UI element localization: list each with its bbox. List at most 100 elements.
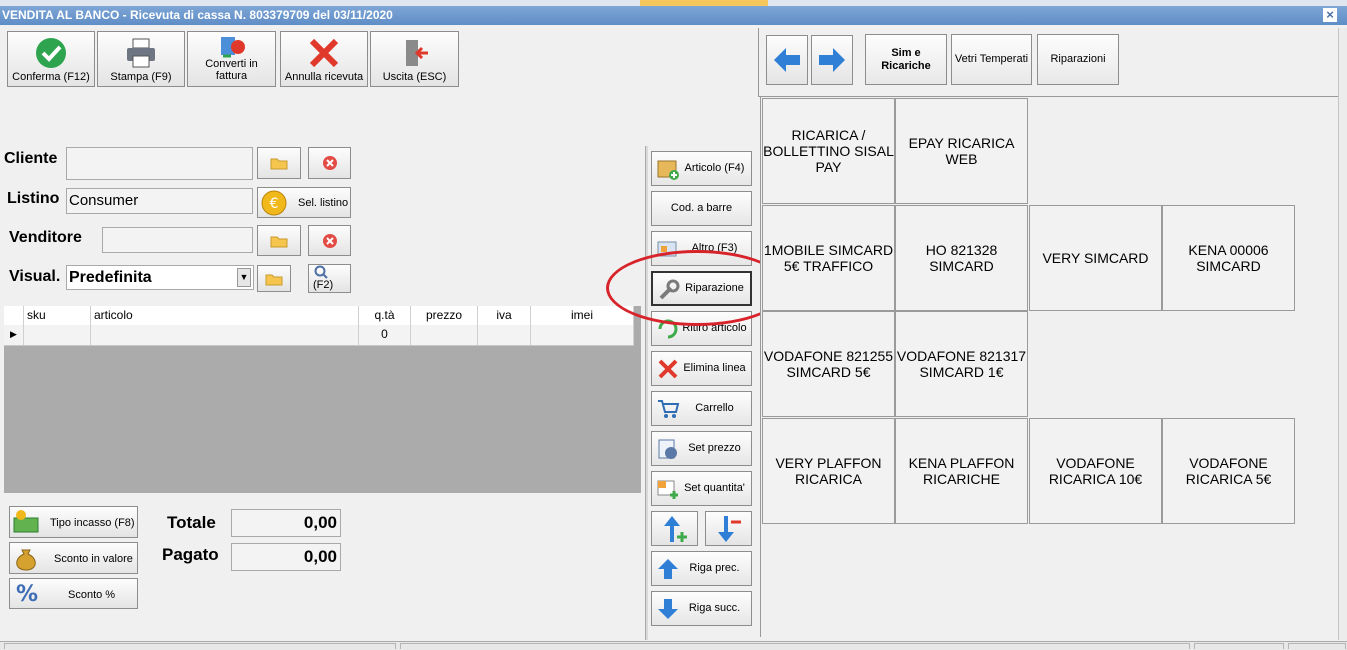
col-sku[interactable]: sku xyxy=(24,306,91,325)
elimina-linea-button[interactable]: Elimina linea xyxy=(651,351,752,386)
product-tile[interactable]: RICARICA / BOLLETTINO SISAL PAY xyxy=(762,98,895,204)
convert-label-line2: fattura xyxy=(215,70,248,82)
euro-coin-icon: € xyxy=(261,190,287,216)
product-tile-label: VODAFONE RICARICA 10€ xyxy=(1049,455,1142,487)
venditore-browse-button[interactable] xyxy=(257,225,301,256)
visual-browse-button[interactable] xyxy=(257,265,291,292)
cell-prezzo[interactable] xyxy=(411,325,478,345)
exit-door-icon xyxy=(405,40,428,66)
add-row-button[interactable] xyxy=(651,511,698,546)
product-tile-label: RICARICA / BOLLETTINO SISAL PAY xyxy=(763,127,894,175)
product-tile-line: SIMCARD xyxy=(1196,258,1261,274)
price-icon xyxy=(658,439,677,459)
svg-text:%: % xyxy=(16,582,38,606)
riga-prec-button[interactable]: Riga prec. xyxy=(651,551,752,586)
table-row[interactable]: ▶ 0 xyxy=(4,325,634,346)
product-tile-line: KENA PLAFFON xyxy=(908,455,1015,471)
category-riparazioni-label: Riparazioni xyxy=(1050,53,1106,65)
cell-iva[interactable] xyxy=(478,325,531,345)
product-tile[interactable]: 1MOBILE SIMCARD 5€ TRAFFICO xyxy=(762,205,895,311)
convert-invoice-button[interactable]: Converti in fattura xyxy=(187,31,276,87)
confirm-button[interactable]: Conferma (F12) xyxy=(7,31,95,87)
product-tile-label: EPAY RICARICA WEB xyxy=(909,135,1015,167)
cliente-field[interactable] xyxy=(66,147,253,180)
riga-succ-button[interactable]: Riga succ. xyxy=(651,591,752,626)
product-tile-line: VODAFONE 821255 xyxy=(763,348,894,364)
grid-header: sku articolo q.tà prezzo iva imei xyxy=(4,306,634,326)
product-tile[interactable]: VERY SIMCARD xyxy=(1029,205,1162,311)
carrello-button[interactable]: Carrello xyxy=(651,391,752,426)
category-riparazioni[interactable]: Riparazioni xyxy=(1037,34,1119,85)
barcode-button[interactable]: Cod. a barre xyxy=(651,191,752,226)
remove-row-button[interactable] xyxy=(705,511,752,546)
venditore-clear-button[interactable] xyxy=(308,225,351,256)
chevron-down-icon[interactable]: ▼ xyxy=(237,268,251,287)
sel-listino-label: Sel. listino xyxy=(298,197,349,209)
sconto-valore-button[interactable]: Sconto in valore xyxy=(9,542,138,574)
prev-page-button[interactable] xyxy=(766,35,808,85)
set-quantita-button[interactable]: Set quantita' xyxy=(651,471,752,506)
product-tile[interactable]: VERY PLAFFON RICARICA xyxy=(762,418,895,524)
cliente-label: Cliente xyxy=(4,150,58,167)
vertical-scrollbar[interactable] xyxy=(1338,28,1347,640)
tipo-incasso-button[interactable]: Tipo incasso (F8) xyxy=(9,506,138,538)
row-indicator-icon: ▶ xyxy=(4,325,24,345)
print-label: Stampa (F9) xyxy=(110,71,172,83)
window-close-button[interactable]: × xyxy=(1323,8,1337,22)
category-vetri-temperati[interactable]: Vetri Temperati xyxy=(951,34,1032,85)
exit-button[interactable]: Uscita (ESC) xyxy=(370,31,459,87)
product-tile-line: 1MOBILE SIMCARD xyxy=(763,242,894,258)
col-imei[interactable]: imei xyxy=(531,306,634,325)
folder-icon xyxy=(270,236,288,248)
visual-select-value: Predefinita xyxy=(69,269,152,286)
articolo-button[interactable]: Articolo (F4) xyxy=(651,151,752,186)
set-quantita-label: Set quantita' xyxy=(684,482,745,494)
riga-succ-label: Riga succ. xyxy=(688,602,741,614)
cell-imei[interactable] xyxy=(531,325,634,345)
product-tile-label: VODAFONE 821317 SIMCARD 1€ xyxy=(897,348,1026,380)
product-tile[interactable]: KENA 00006 SIMCARD xyxy=(1162,205,1295,311)
riga-prec-label: Riga prec. xyxy=(689,562,740,574)
clear-icon xyxy=(322,156,337,170)
visual-select[interactable]: Predefinita ▼ xyxy=(66,265,254,290)
product-tile[interactable]: VODAFONE 821317 SIMCARD 1€ xyxy=(895,311,1028,417)
cell-qta[interactable]: 0 xyxy=(359,325,411,345)
status-panel-3 xyxy=(1194,643,1284,649)
sconto-percent-button[interactable]: % Sconto % xyxy=(9,578,138,609)
product-tile[interactable]: HO 821328 SIMCARD xyxy=(895,205,1028,311)
visual-search-button[interactable]: (F2) xyxy=(308,264,351,293)
print-button[interactable]: Stampa (F9) xyxy=(97,31,185,87)
listino-field[interactable]: Consumer xyxy=(66,188,253,214)
product-tile-line: 5€ TRAFFICO xyxy=(783,258,874,274)
product-tile[interactable]: VODAFONE 821255 SIMCARD 5€ xyxy=(762,311,895,417)
grid-header-indicator xyxy=(4,306,24,325)
set-prezzo-button[interactable]: Set prezzo xyxy=(651,431,752,466)
col-qta[interactable]: q.tà xyxy=(359,306,411,325)
col-articolo[interactable]: articolo xyxy=(91,306,359,325)
exit-label: Uscita (ESC) xyxy=(382,71,447,83)
f2-label: (F2) xyxy=(313,279,334,291)
items-grid[interactable]: sku articolo q.tà prezzo iva imei ▶ 0 xyxy=(4,306,641,493)
cell-sku[interactable] xyxy=(24,325,91,345)
product-tile-line: RICARICA / xyxy=(791,127,866,143)
cliente-browse-button[interactable] xyxy=(257,147,301,179)
category-sim-ricariche[interactable]: Sim e Ricariche xyxy=(865,34,947,85)
product-tile[interactable]: KENA PLAFFON RICARICHE xyxy=(895,418,1028,524)
sel-listino-button[interactable]: € Sel. listino xyxy=(257,187,351,218)
product-tile[interactable]: EPAY RICARICA WEB xyxy=(895,98,1028,204)
cliente-clear-button[interactable] xyxy=(308,147,351,179)
cell-articolo[interactable] xyxy=(91,325,359,345)
venditore-field[interactable] xyxy=(102,227,253,253)
barcode-label: Cod. a barre xyxy=(670,202,733,214)
col-iva[interactable]: iva xyxy=(478,306,531,325)
product-tile-label: VERY SIMCARD xyxy=(1042,250,1148,266)
product-tile-line: RICARICA 5€ xyxy=(1185,471,1272,487)
cancel-receipt-button[interactable]: Annulla ricevuta xyxy=(280,31,368,87)
status-panel-1 xyxy=(4,643,396,649)
product-tile[interactable]: VODAFONE RICARICA 5€ xyxy=(1162,418,1295,524)
product-tile[interactable]: VODAFONE RICARICA 10€ xyxy=(1029,418,1162,524)
money-icon xyxy=(13,510,39,533)
next-page-button[interactable] xyxy=(811,35,853,85)
convert-label: Converti in fattura xyxy=(188,58,275,82)
col-prezzo[interactable]: prezzo xyxy=(411,306,478,325)
